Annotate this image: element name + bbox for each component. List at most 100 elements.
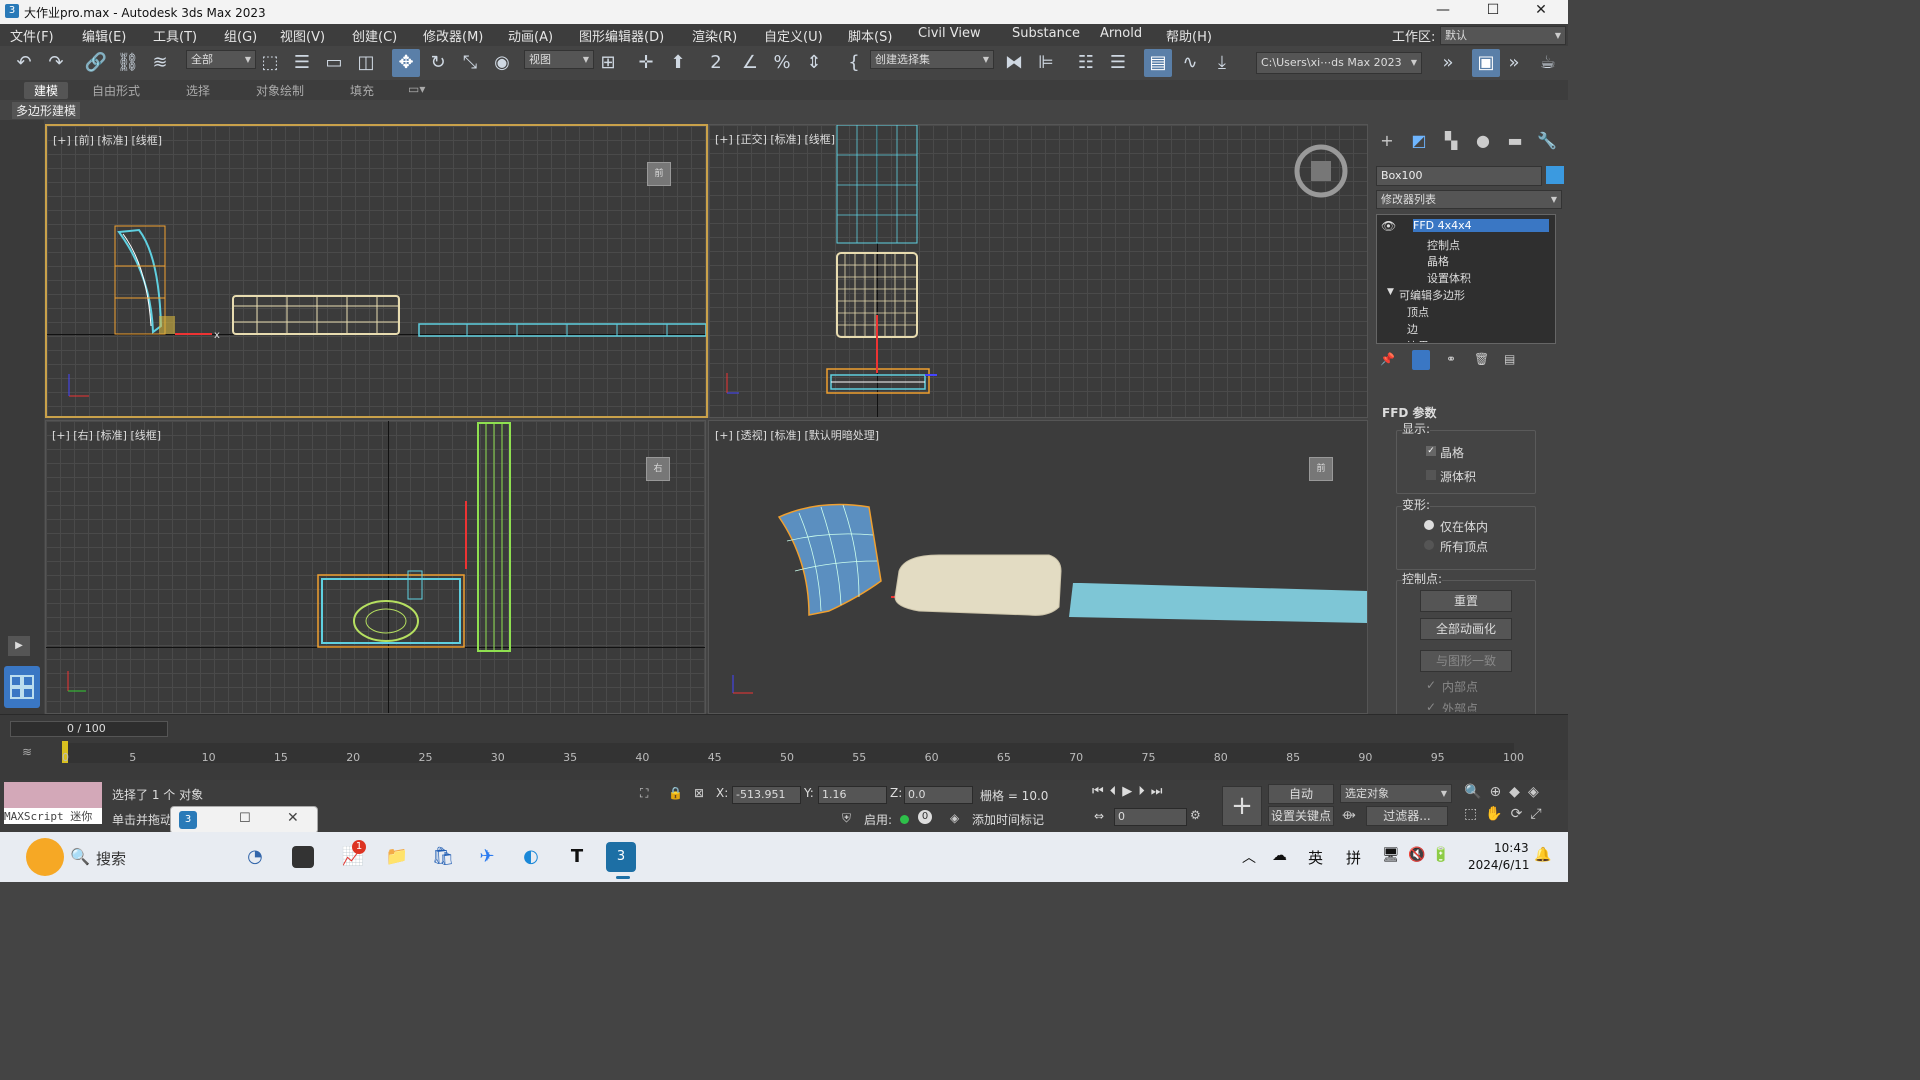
maximize-viewport-icon[interactable]: ⤢ (1530, 806, 1549, 822)
render-setup-icon[interactable]: ▣ (1472, 49, 1500, 77)
pin-stack-icon[interactable]: 📌 (1380, 352, 1395, 366)
curve-editor-icon[interactable]: ∿ (1176, 49, 1204, 77)
minimize-button[interactable]: — (1420, 2, 1466, 22)
undo-icon[interactable]: ↶ (10, 49, 38, 77)
configure-sets-icon[interactable]: ▤ (1504, 352, 1515, 366)
field-of-view-icon[interactable]: ⬚ (1464, 806, 1485, 822)
hierarchy-tab-icon[interactable]: ▚ (1438, 128, 1464, 154)
project-path-field[interactable]: C:\Users\xi⋯ds Max 2023 (1256, 52, 1422, 74)
unlink-icon[interactable]: ⛓ (114, 49, 142, 77)
orbit-icon[interactable]: ⟳ (1511, 806, 1531, 822)
menu-scripting[interactable]: 脚本(S) (848, 26, 892, 45)
ribbon-toggle-icon[interactable]: ▤ (1144, 49, 1172, 77)
align-icon[interactable]: ⊫ (1032, 49, 1060, 77)
go-to-end-icon[interactable]: ⏭ (1151, 784, 1169, 799)
pan-icon[interactable]: ✋ (1485, 806, 1510, 822)
tab-polygon-modeling[interactable]: 多边形建模 (12, 102, 81, 119)
viewport-front[interactable]: [+] [前] [标准] [线框] 前 x (45, 124, 708, 418)
3ds-max-taskbar-icon[interactable]: 3 (606, 842, 636, 872)
time-slider[interactable]: 0 / 100 (10, 721, 168, 737)
copilot-icon[interactable]: ◔ (240, 842, 270, 872)
reset-button[interactable]: 重置 (1420, 590, 1512, 612)
stack-item-editable-poly[interactable]: 可编辑多边形 (1399, 287, 1465, 303)
select-object-icon[interactable]: ⬚ (256, 49, 284, 77)
menu-view[interactable]: 视图(V) (280, 26, 325, 45)
auto-key-button[interactable]: 自动 (1268, 784, 1334, 804)
ref-coord-dropdown[interactable]: 视图 (524, 50, 594, 69)
abs-mode-icon[interactable]: ⊠ (694, 786, 704, 800)
show-end-result-icon[interactable] (1412, 350, 1430, 370)
viewcube-ortho[interactable] (1309, 149, 1335, 169)
inside-points-checkbox[interactable]: ✓ (1426, 678, 1436, 692)
rect-selection-icon[interactable]: ▭ (320, 49, 348, 77)
mirror-icon[interactable]: ⧓ (1000, 49, 1028, 77)
file-explorer-icon[interactable]: 📁 (382, 842, 412, 872)
zoom-icon[interactable]: 🔍 (1464, 784, 1489, 800)
key-filters-icon[interactable]: ⟴ (1342, 808, 1356, 822)
select-by-name-icon[interactable]: ☰ (288, 49, 316, 77)
ffd-params-title[interactable]: FFD 参数 (1382, 404, 1437, 421)
maximize-button[interactable]: ☐ (1470, 2, 1516, 22)
more-render-icon[interactable]: » (1500, 49, 1528, 77)
inside-only-radio[interactable] (1424, 520, 1434, 530)
prev-frame-icon[interactable]: ⏴ (1110, 784, 1123, 799)
menu-rendering[interactable]: 渲染(R) (692, 26, 737, 45)
add-time-tag-label[interactable]: 添加时间标记 (972, 811, 1044, 828)
z-coord-field[interactable]: 0.0 (904, 786, 973, 804)
expand-arrow-icon[interactable]: ▶ (8, 636, 30, 656)
workspace-dropdown[interactable]: 默认 (1440, 26, 1566, 45)
battery-icon[interactable]: 🔋 (1432, 847, 1449, 863)
ime-language[interactable]: 英 (1308, 847, 1323, 868)
time-config-icon[interactable]: ⚙ (1190, 808, 1201, 822)
eye-icon[interactable]: 👁 (1381, 219, 1396, 233)
search-icon[interactable]: 🔍 (70, 847, 90, 866)
move-icon[interactable]: ✥ (392, 49, 420, 77)
set-key-big-button[interactable]: + (1222, 786, 1262, 826)
angle-snap-icon[interactable]: ∠ (736, 49, 764, 77)
viewport-right[interactable]: [+] [右] [标准] [线框] 右 (45, 420, 706, 714)
object-name-field[interactable]: Box100 (1376, 166, 1542, 186)
maxscript-mini-field[interactable]: MAXScript 迷你 (4, 808, 102, 824)
clock-time[interactable]: 10:43 (1494, 841, 1529, 855)
onedrive-icon[interactable]: ☁ (1272, 846, 1287, 864)
lark-icon[interactable]: ✈ (472, 842, 502, 872)
zoom-all-icon[interactable]: ⊕ (1489, 784, 1509, 800)
source-volume-checkbox[interactable] (1426, 470, 1436, 480)
pivot-icon[interactable]: ⊞ (594, 49, 622, 77)
menu-substance[interactable]: Substance (1012, 26, 1080, 41)
stack-item-control-points[interactable]: 控制点 (1427, 237, 1460, 253)
key-mode-icon[interactable]: ⇔ (1094, 809, 1104, 823)
viewport-perspective[interactable]: [+] [透视] [标准] [默认明暗处理] 前 (708, 420, 1368, 714)
percent-snap-icon[interactable]: % (768, 49, 796, 77)
remove-modifier-icon[interactable]: 🗑 (1474, 352, 1489, 366)
menu-animation[interactable]: 动画(A) (508, 26, 553, 45)
preview-maximize-icon[interactable]: ☐ (239, 811, 251, 826)
conform-to-shape-button[interactable]: 与图形一致 (1420, 650, 1512, 672)
spinner-snap-icon[interactable]: ⇕ (800, 49, 828, 77)
create-tab-icon[interactable]: + (1374, 128, 1400, 154)
taskbar-search-box[interactable]: 搜索 (96, 848, 126, 869)
menu-arnold[interactable]: Arnold (1100, 26, 1142, 41)
x-coord-field[interactable]: -513.951 (732, 786, 801, 804)
modify-tab-icon[interactable]: ◩ (1406, 128, 1432, 154)
tab-freeform[interactable]: 自由形式 (92, 82, 140, 99)
menu-tools[interactable]: 工具(T) (153, 26, 197, 45)
menu-customize[interactable]: 自定义(U) (764, 26, 823, 45)
tab-selection[interactable]: 选择 (186, 82, 210, 99)
next-frame-icon[interactable]: ⏵ (1138, 784, 1151, 799)
typora-icon[interactable]: T (562, 842, 592, 872)
modifier-list-dropdown[interactable]: 修改器列表 (1376, 190, 1562, 209)
isolate-icon[interactable]: ⛶ (640, 786, 648, 801)
more-tools-icon[interactable]: » (1434, 49, 1462, 77)
keyboard-shortcut-icon[interactable]: ⬆ (664, 49, 692, 77)
volume-icon[interactable]: 🔇 (1408, 847, 1425, 863)
ime-mode[interactable]: 拼 (1346, 847, 1361, 868)
collapse-arrow-icon[interactable]: ▼ (1387, 287, 1394, 297)
lock-icon[interactable]: 🔒 (668, 786, 683, 800)
stack-item-edge[interactable]: 边 (1407, 321, 1418, 337)
named-selection-dropdown[interactable]: 创建选择集 (870, 50, 994, 69)
stack-item-lattice[interactable]: 晶格 (1427, 253, 1449, 269)
pineapple-avatar-icon[interactable] (26, 838, 64, 876)
go-to-start-icon[interactable]: ⏮ (1092, 784, 1110, 799)
viewport-orthographic[interactable]: [+] [正交] [标准] [线框] (708, 124, 1368, 418)
